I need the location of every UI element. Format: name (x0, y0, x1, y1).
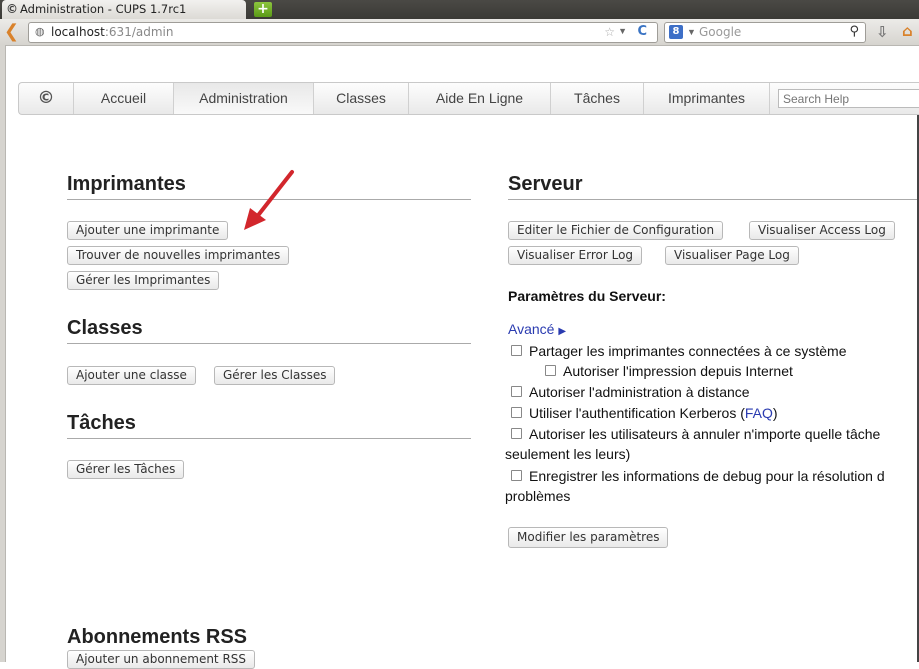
kerberos-faq-link[interactable]: FAQ (745, 405, 773, 421)
cancel-jobs-checkbox[interactable] (511, 428, 522, 439)
manage-jobs-button[interactable]: Gérer les Tâches (67, 460, 185, 479)
classes-heading: Classes (67, 317, 471, 344)
tab-aide-en-ligne[interactable]: Aide En Ligne (409, 83, 551, 114)
tab-administration[interactable]: Administration (174, 83, 314, 114)
tab-taches[interactable]: Tâches (551, 83, 644, 114)
share-printers-checkbox[interactable] (511, 345, 522, 356)
advanced-link-label: Avancé (508, 321, 555, 337)
url-path: :631/admin (104, 25, 174, 39)
annotation-arrow-icon (244, 170, 294, 230)
edit-config-button[interactable]: Editer le Fichier de Configuration (508, 221, 724, 240)
navigation-toolbar: ❮ ◍ localhost:631/admin ☆ ▼ C 8 ▼ Google… (0, 19, 919, 46)
kerberos-label: Utiliser l'authentification Kerberos ( (529, 405, 745, 421)
advanced-link[interactable]: Avancé ▶ (508, 321, 566, 337)
web-search-placeholder: Google (699, 25, 742, 39)
server-heading: Serveur (508, 173, 917, 200)
remote-admin-label: Autoriser l'administration à distance (529, 384, 750, 400)
manage-classes-button[interactable]: Gérer les Classes (214, 366, 336, 385)
option-allow-internet: Autoriser l'impression depuis Internet (545, 363, 793, 379)
kerberos-label-end: ) (772, 405, 778, 421)
cancel-jobs-label: Autoriser les utilisateurs à annuler n'i… (529, 426, 881, 442)
window-left-border (0, 45, 6, 662)
bookmark-star-icon[interactable]: ☆ (604, 25, 615, 39)
url-host: localhost (51, 25, 105, 39)
tab-classes[interactable]: Classes (314, 83, 409, 114)
google-engine-icon[interactable]: 8 (669, 25, 683, 39)
cups-favicon-icon: © (6, 2, 18, 16)
tab-title: Administration - CUPS 1.7rc1 (20, 2, 187, 16)
url-dropdown-icon[interactable]: ▼ (618, 26, 627, 36)
add-printer-button[interactable]: Ajouter une imprimante (67, 221, 229, 240)
option-share-printers: Partager les imprimantes connectées à ce… (511, 343, 846, 359)
magnifier-icon[interactable]: ⚲ (849, 24, 859, 39)
web-search-box[interactable]: 8 ▼ Google ⚲ (664, 22, 866, 43)
home-icon[interactable]: ⌂ (902, 22, 913, 40)
help-search-input[interactable] (778, 89, 919, 108)
option-remote-admin: Autoriser l'administration à distance (511, 384, 750, 400)
browser-tab[interactable]: © Administration - CUPS 1.7rc1 (2, 0, 246, 19)
reload-icon[interactable]: C (637, 24, 647, 39)
url-text: localhost:631/admin (51, 25, 173, 39)
jobs-heading: Tâches (67, 412, 471, 439)
tab-accueil[interactable]: Accueil (74, 83, 174, 114)
view-error-log-button[interactable]: Visualiser Error Log (508, 246, 643, 265)
tab-imprimantes[interactable]: Imprimantes (644, 83, 770, 114)
globe-icon: ◍ (35, 26, 45, 38)
debug-log-label-cont: problèmes (505, 488, 571, 504)
add-class-button[interactable]: Ajouter une classe (67, 366, 196, 385)
view-access-log-button[interactable]: Visualiser Access Log (749, 221, 895, 240)
debug-log-checkbox[interactable] (511, 470, 522, 481)
share-printers-label: Partager les imprimantes connectées à ce… (529, 343, 847, 359)
kerberos-checkbox[interactable] (511, 407, 522, 418)
find-new-printers-button[interactable]: Trouver de nouvelles imprimantes (67, 246, 290, 265)
back-arrow-icon[interactable]: ❮ (4, 23, 19, 41)
download-icon[interactable]: ⇩ (876, 23, 889, 41)
option-debug-log: Enregistrer les informations de debug po… (511, 468, 885, 484)
triangle-right-icon: ▶ (558, 326, 567, 337)
add-rss-subscription-button[interactable]: Ajouter un abonnement RSS (67, 650, 256, 669)
option-cancel-jobs: Autoriser les utilisateurs à annuler n'i… (511, 426, 880, 442)
allow-internet-label: Autoriser l'impression depuis Internet (563, 363, 793, 379)
manage-printers-button[interactable]: Gérer les Imprimantes (67, 271, 220, 290)
view-page-log-button[interactable]: Visualiser Page Log (665, 246, 799, 265)
allow-internet-checkbox[interactable] (545, 365, 556, 376)
rss-heading: Abonnements RSS (67, 626, 248, 648)
cups-tab-bar: © Accueil Administration Classes Aide En… (18, 82, 919, 115)
browser-window: © Administration - CUPS 1.7rc1 + ❮ ◍ loc… (0, 0, 919, 669)
remote-admin-checkbox[interactable] (511, 386, 522, 397)
option-kerberos: Utiliser l'authentification Kerberos (FA… (511, 405, 778, 421)
address-bar[interactable]: ◍ localhost:631/admin ☆ ▼ C (28, 22, 658, 43)
engine-dropdown-icon[interactable]: ▼ (687, 27, 696, 37)
tab-strip: © Administration - CUPS 1.7rc1 + (0, 0, 919, 20)
cups-logo-icon[interactable]: © (19, 83, 74, 114)
cancel-jobs-label-cont: seulement les leurs) (505, 446, 631, 462)
new-tab-button[interactable]: + (254, 2, 272, 17)
server-settings-label: Paramètres du Serveur: (508, 288, 666, 304)
debug-log-label: Enregistrer les informations de debug po… (529, 468, 885, 484)
modify-settings-button[interactable]: Modifier les paramètres (508, 527, 669, 548)
